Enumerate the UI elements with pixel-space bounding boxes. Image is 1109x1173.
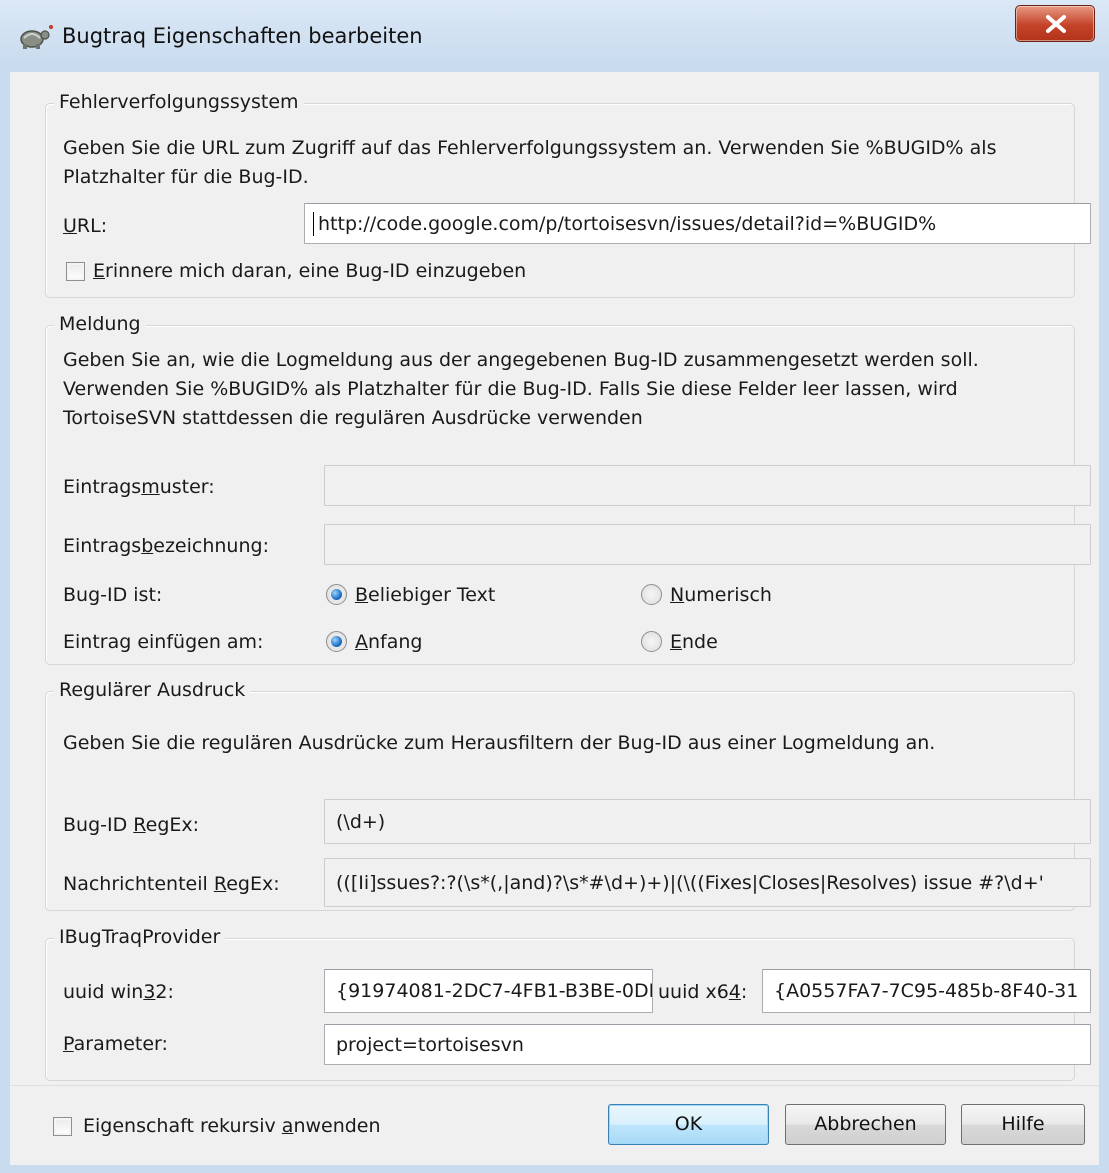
- regex-description: Geben Sie die regulären Ausdrücke zum He…: [63, 732, 936, 754]
- uuid-win32-label-a: uuid win: [63, 981, 144, 1003]
- label-field[interactable]: [324, 524, 1091, 565]
- url-label: URL:: [63, 215, 107, 237]
- radio-anfang-rest: nfang: [368, 631, 423, 653]
- tortoise-icon: [18, 24, 54, 50]
- regex-group: Regulärer Ausdruck Geben Sie die regulär…: [45, 679, 1091, 911]
- provider-legend: IBugTraqProvider: [54, 926, 226, 948]
- uuid-x64-label: uuid x64:: [658, 981, 747, 1003]
- recursive-label-a: Eigenschaft rekursiv: [83, 1115, 282, 1137]
- ok-button[interactable]: OK: [608, 1104, 769, 1145]
- parameter-label-rest: arameter:: [73, 1033, 168, 1055]
- radio-anfang[interactable]: [326, 631, 347, 652]
- message-description-line2: Verwenden Sie %BUGID% als Platzhalter fü…: [63, 378, 958, 400]
- parameter-label-hotkey: P: [63, 1033, 74, 1055]
- remind-label: Erinnere mich daran, eine Bug-ID einzuge…: [93, 260, 526, 282]
- label-label-hotkey: b: [141, 535, 154, 557]
- remind-label-hotkey: E: [93, 260, 106, 282]
- bugtracker-description-line1: Geben Sie die URL zum Zugriff auf das Fe…: [63, 137, 997, 159]
- message-description-line3: TortoiseSVN stattdessen die regulären Au…: [63, 407, 643, 429]
- radio-numerisch[interactable]: [641, 584, 662, 605]
- message-regex-field[interactable]: (([Ii]ssues?:?(\s*(,|and)?\s*#\d+)+)|(\(…: [324, 858, 1091, 907]
- pattern-label: Eintragsmuster:: [63, 476, 215, 498]
- url-label-hotkey: U: [63, 215, 77, 237]
- uuid-x64-label-b: :: [740, 981, 748, 1003]
- radio-beliebiger-text-hotkey: B: [355, 584, 369, 606]
- remind-label-rest: rinnere mich daran, eine Bug-ID einzugeb…: [105, 260, 527, 282]
- text-cursor: [313, 212, 314, 236]
- pattern-field[interactable]: [324, 465, 1091, 506]
- pattern-label-b: uster:: [159, 476, 215, 498]
- url-field[interactable]: http://code.google.com/p/tortoisesvn/iss…: [304, 203, 1091, 244]
- message-group: Meldung Geben Sie an, wie die Logmeldung…: [45, 313, 1091, 665]
- bugid-regex-field[interactable]: (\d+): [324, 799, 1091, 844]
- recursive-label-b: nwenden: [293, 1115, 381, 1137]
- close-button[interactable]: [1015, 5, 1095, 42]
- bugtracker-group: Fehlerverfolgungssystem Geben Sie die UR…: [45, 91, 1091, 298]
- radio-beliebiger-text-label: Beliebiger Text: [355, 584, 495, 606]
- window-title: Bugtraq Eigenschaften bearbeiten: [62, 24, 423, 48]
- message-regex-label: Nachrichtenteil RegEx:: [63, 873, 280, 895]
- pattern-label-hotkey: m: [141, 476, 160, 498]
- uuid-x64-field[interactable]: {A0557FA7-7C95-485b-8F40-31: [762, 969, 1091, 1013]
- message-regex-value: (([Ii]ssues?:?(\s*(,|and)?\s*#\d+)+)|(\(…: [336, 872, 1044, 894]
- dialog-window: Bugtraq Eigenschaften bearbeiten Fehlerv…: [0, 0, 1109, 1173]
- message-legend: Meldung: [54, 313, 146, 335]
- recursive-checkbox[interactable]: [53, 1117, 72, 1136]
- bugid-regex-label-a: Bug-ID: [63, 814, 134, 836]
- pattern-label-a: Eintrags: [63, 476, 142, 498]
- provider-group: IBugTraqProvider uuid win32: {91974081-2…: [45, 926, 1091, 1081]
- message-regex-label-a: Nachrichtenteil: [63, 873, 214, 895]
- radio-numerisch-rest: umerisch: [684, 584, 772, 606]
- remind-checkbox[interactable]: [66, 262, 85, 281]
- radio-ende-label: Ende: [670, 631, 718, 653]
- bugid-regex-label-b: egEx:: [145, 814, 200, 836]
- uuid-win32-label: uuid win32:: [63, 981, 174, 1003]
- radio-ende-hotkey: E: [670, 631, 683, 653]
- bugid-regex-label-hotkey: R: [133, 814, 146, 836]
- label-label-a: Eintrags: [63, 535, 142, 557]
- url-value: http://code.google.com/p/tortoisesvn/iss…: [318, 213, 937, 235]
- title-bar[interactable]: Bugtraq Eigenschaften bearbeiten: [0, 0, 1109, 72]
- uuid-win32-value: {91974081-2DC7-4FB1-B3BE-0DE: [336, 980, 653, 1002]
- uuid-win32-field[interactable]: {91974081-2DC7-4FB1-B3BE-0DE: [324, 969, 653, 1013]
- radio-anfang-label: Anfang: [355, 631, 422, 653]
- url-label-rest: RL:: [76, 215, 108, 237]
- radio-numerisch-label: Numerisch: [670, 584, 772, 606]
- uuid-win32-label-hotkey: 3: [143, 981, 156, 1003]
- bugid-regex-value: (\d+): [336, 811, 386, 833]
- radio-anfang-hotkey: A: [355, 631, 368, 653]
- bugid-type-label: Bug-ID ist:: [63, 584, 163, 606]
- uuid-win32-label-b: 2:: [155, 981, 174, 1003]
- radio-ende[interactable]: [641, 631, 662, 652]
- label-label: Eintragsbezeichnung:: [63, 535, 269, 557]
- radio-ende-rest: nde: [682, 631, 718, 653]
- parameter-value: project=tortoisesvn: [336, 1034, 524, 1056]
- bugtracker-legend: Fehlerverfolgungssystem: [54, 91, 304, 113]
- message-description-line1: Geben Sie an, wie die Logmeldung aus der…: [63, 349, 979, 371]
- help-button[interactable]: Hilfe: [961, 1104, 1085, 1145]
- message-regex-label-b: egEx:: [226, 873, 280, 895]
- bugid-regex-label: Bug-ID RegEx:: [63, 814, 199, 836]
- uuid-x64-label-hotkey: 4: [728, 981, 741, 1003]
- radio-beliebiger-text-rest: eliebiger Text: [368, 584, 496, 606]
- close-icon: [1046, 15, 1066, 33]
- radio-beliebiger-text[interactable]: [326, 584, 347, 605]
- dialog-footer: Eigenschaft rekursiv anwenden OK Abbrech…: [10, 1085, 1099, 1165]
- recursive-label-hotkey: a: [281, 1115, 294, 1137]
- uuid-x64-value: {A0557FA7-7C95-485b-8F40-31: [774, 980, 1079, 1002]
- regex-legend: Regulärer Ausdruck: [54, 679, 251, 701]
- cancel-button[interactable]: Abbrechen: [785, 1104, 946, 1145]
- message-regex-label-hotkey: R: [213, 873, 227, 895]
- uuid-x64-label-a: uuid x6: [658, 981, 729, 1003]
- bugtracker-description-line2: Platzhalter für die Bug-ID.: [63, 166, 309, 188]
- radio-numerisch-hotkey: N: [670, 584, 685, 606]
- label-label-b: ezeichnung:: [153, 535, 269, 557]
- parameter-field[interactable]: project=tortoisesvn: [324, 1024, 1091, 1065]
- dialog-client-area: Fehlerverfolgungssystem Geben Sie die UR…: [10, 72, 1099, 1165]
- recursive-label: Eigenschaft rekursiv anwenden: [83, 1115, 381, 1137]
- insert-position-label: Eintrag einfügen am:: [63, 631, 264, 653]
- parameter-label: Parameter:: [63, 1033, 168, 1055]
